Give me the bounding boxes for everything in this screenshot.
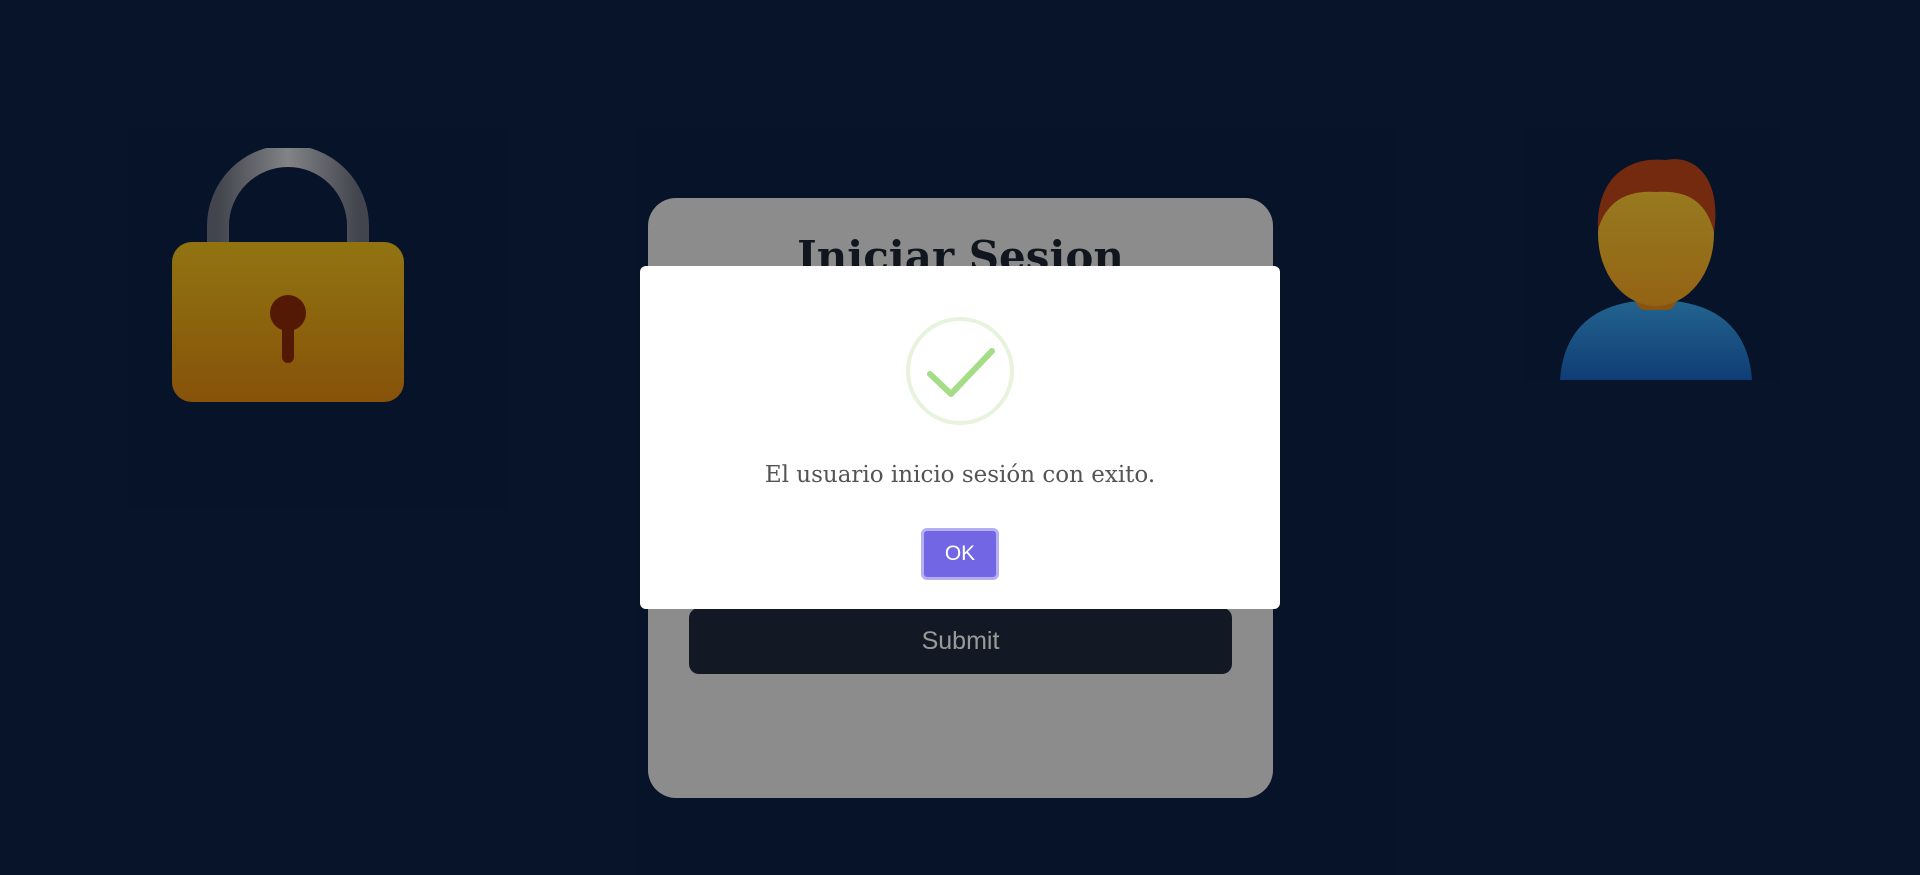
alert-message: El usuario inicio sesión con exito. bbox=[764, 462, 1156, 488]
login-page: Iniciar Sesion Submit El usuario inicio … bbox=[0, 0, 1920, 875]
success-alert-dialog: El usuario inicio sesión con exito. OK bbox=[640, 266, 1280, 609]
success-check-icon bbox=[906, 317, 1014, 425]
ok-button[interactable]: OK bbox=[921, 528, 999, 580]
